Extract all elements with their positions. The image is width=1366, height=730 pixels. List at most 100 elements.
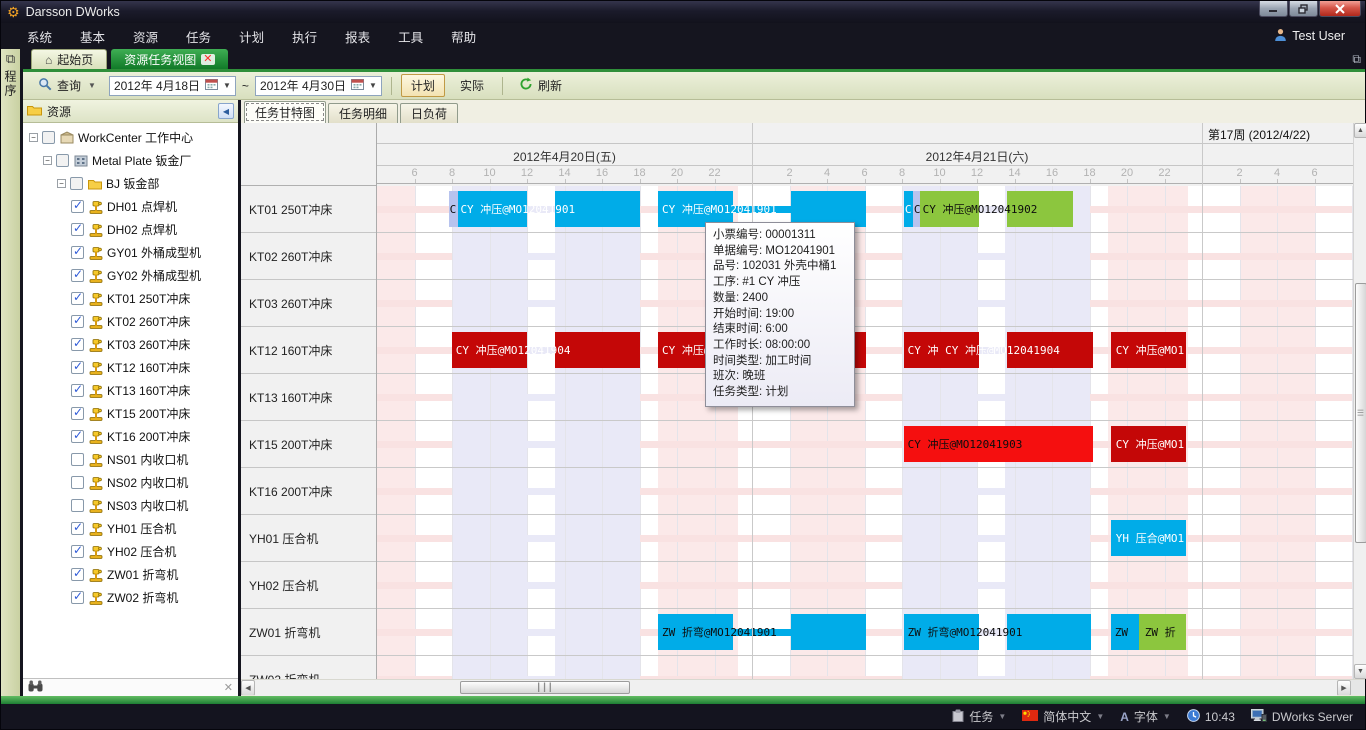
user-icon	[1274, 28, 1287, 44]
tree-checkbox[interactable]	[71, 269, 84, 282]
program-side-strip[interactable]: ⧉ 程序	[1, 49, 23, 696]
tree-item[interactable]: −WorkCenter 工作中心	[23, 126, 238, 149]
machine-icon	[88, 522, 103, 536]
clear-filter-icon[interactable]: ✕	[224, 681, 233, 694]
window-list-icon[interactable]: ⧉	[1352, 52, 1361, 67]
date-from-field[interactable]: 2012年 4月18日 ▼	[109, 76, 236, 96]
tree-checkbox[interactable]	[71, 338, 84, 351]
tree-item[interactable]: KT15 200T冲床	[23, 402, 238, 425]
menu-item[interactable]: 报表	[331, 23, 384, 50]
vertical-scroll-thumb[interactable]: ☰	[1355, 283, 1366, 543]
tree-checkbox[interactable]	[71, 522, 84, 535]
menu-item[interactable]: 执行	[278, 23, 331, 50]
scroll-right-icon[interactable]: ▶	[1337, 680, 1351, 696]
scroll-down-icon[interactable]: ▼	[1354, 664, 1366, 679]
refresh-button[interactable]: 刷新	[512, 74, 569, 97]
tree-checkbox[interactable]	[71, 246, 84, 259]
tree-checkbox[interactable]	[71, 407, 84, 420]
status-item[interactable]: 10:43	[1187, 709, 1235, 725]
tree-item[interactable]: −Metal Plate 钣金厂	[23, 149, 238, 172]
menu-item[interactable]: 计划	[225, 23, 278, 50]
actual-toggle[interactable]: 实际	[451, 75, 493, 96]
tree-item[interactable]: KT02 260T冲床	[23, 310, 238, 333]
status-item[interactable]: A字体▼	[1120, 708, 1171, 725]
tree-item[interactable]: NS01 内收口机	[23, 448, 238, 471]
plan-toggle[interactable]: 计划	[401, 74, 445, 97]
hour-tick: 4	[1274, 167, 1280, 179]
chevron-down-icon[interactable]: ▼	[1096, 712, 1104, 721]
range-separator: ~	[242, 79, 249, 93]
tree-item[interactable]: KT03 260T冲床	[23, 333, 238, 356]
tree-checkbox[interactable]	[71, 499, 84, 512]
tree-checkbox[interactable]	[71, 200, 84, 213]
machine-icon	[88, 453, 103, 467]
tree-item[interactable]: KT12 160T冲床	[23, 356, 238, 379]
tree-item[interactable]: YH02 压合机	[23, 540, 238, 563]
tree-checkbox[interactable]	[71, 545, 84, 558]
menu-item[interactable]: 基本	[66, 23, 119, 50]
scroll-up-icon[interactable]: ▲	[1354, 123, 1366, 138]
query-button[interactable]: 查询 ▼	[31, 74, 103, 97]
view-tab[interactable]: 任务甘特图	[244, 101, 326, 123]
tree-item[interactable]: −BJ 钣金部	[23, 172, 238, 195]
tree-item[interactable]: ZW01 折弯机	[23, 563, 238, 586]
chevron-down-icon[interactable]: ▼	[1163, 712, 1171, 721]
date-to-field[interactable]: 2012年 4月30日 ▼	[255, 76, 382, 96]
status-item[interactable]: 简体中文▼	[1022, 708, 1104, 725]
tree-checkbox[interactable]	[71, 223, 84, 236]
tree-item[interactable]: YH01 压合机	[23, 517, 238, 540]
menu-item[interactable]: 资源	[119, 23, 172, 50]
tree-checkbox[interactable]	[71, 315, 84, 328]
tree-checkbox[interactable]	[71, 384, 84, 397]
view-tab[interactable]: 日负荷	[400, 103, 458, 123]
tab-close-icon[interactable]: ✕	[201, 54, 214, 65]
tree-checkbox[interactable]	[71, 453, 84, 466]
tree-item[interactable]: KT01 250T冲床	[23, 287, 238, 310]
menu-item[interactable]: 帮助	[437, 23, 490, 50]
tree-item[interactable]: GY02 外桶成型机	[23, 264, 238, 287]
tree-item[interactable]: GY01 外桶成型机	[23, 241, 238, 264]
tree-expander-icon[interactable]: −	[57, 179, 66, 188]
task-bar[interactable]	[791, 614, 866, 650]
tree-checkbox[interactable]	[71, 476, 84, 489]
close-button[interactable]	[1319, 1, 1361, 17]
user-badge[interactable]: Test User	[1274, 28, 1353, 44]
menu-item[interactable]: 工具	[384, 23, 437, 50]
tree-checkbox[interactable]	[56, 154, 69, 167]
tree-checkbox[interactable]	[71, 292, 84, 305]
gantt-row	[377, 374, 1353, 421]
binoculars-icon[interactable]	[28, 679, 43, 697]
horizontal-scroll-thumb[interactable]: ┃┃┃	[460, 681, 630, 694]
tree-checkbox[interactable]	[70, 177, 83, 190]
minimize-button[interactable]	[1259, 1, 1288, 17]
restore-button[interactable]	[1289, 1, 1318, 17]
tree-expander-icon[interactable]: −	[43, 156, 52, 165]
tree-checkbox[interactable]	[71, 591, 84, 604]
gantt-row-label: KT15 200T冲床	[241, 421, 376, 468]
tree-checkbox[interactable]	[42, 131, 55, 144]
tree-item[interactable]: DH01 点焊机	[23, 195, 238, 218]
tree-checkbox[interactable]	[71, 568, 84, 581]
tree-expander-icon[interactable]: −	[29, 133, 38, 142]
menu-item[interactable]: 系统	[13, 23, 66, 50]
horizontal-scrollbar[interactable]: ◀ ┃┃┃ ▶	[241, 679, 1365, 695]
view-tab[interactable]: 任务明细	[328, 103, 398, 123]
tree-item[interactable]: KT16 200T冲床	[23, 425, 238, 448]
gantt-row: YH 压合@MO1	[377, 515, 1353, 562]
status-item[interactable]: 任务▼	[952, 708, 1006, 725]
tab-home[interactable]: ⌂ 起始页	[31, 49, 107, 69]
collapse-panel-button[interactable]: ◀	[218, 103, 234, 119]
tree-item[interactable]: DH02 点焊机	[23, 218, 238, 241]
menu-item[interactable]: 任务	[172, 23, 225, 50]
tree-checkbox[interactable]	[71, 361, 84, 374]
tree-item[interactable]: KT13 160T冲床	[23, 379, 238, 402]
chevron-down-icon[interactable]: ▼	[998, 712, 1006, 721]
tree-item[interactable]: ZW02 折弯机	[23, 586, 238, 609]
vertical-scrollbar[interactable]: ▲ ☰ ▼	[1353, 123, 1366, 679]
tab-resource-task-view[interactable]: 资源任务视图 ✕	[111, 49, 227, 69]
scroll-left-icon[interactable]: ◀	[241, 680, 255, 696]
tree-item[interactable]: NS03 内收口机	[23, 494, 238, 517]
tree-item[interactable]: NS02 内收口机	[23, 471, 238, 494]
tree-checkbox[interactable]	[71, 430, 84, 443]
status-item[interactable]: DWorks Server	[1251, 709, 1353, 725]
